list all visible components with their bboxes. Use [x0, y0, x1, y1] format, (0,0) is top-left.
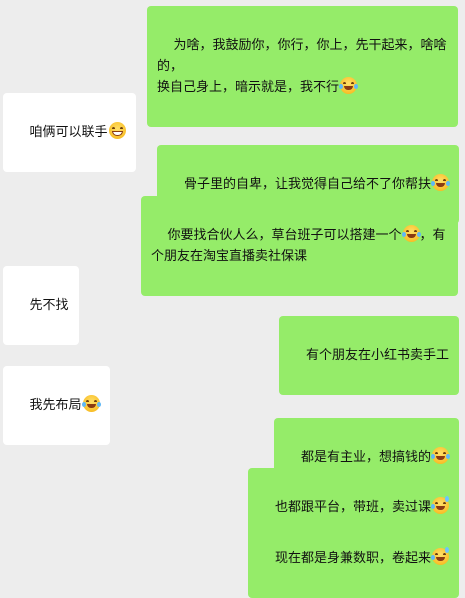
message-bubble-mine[interactable]: 你要找合伙人么，草台班子可以搭建一个 ，有 个朋友在淘宝直播卖社保课: [141, 196, 458, 296]
message-bubble-mine[interactable]: 为啥，我鼓励你，你行，你上，先干起来，啥啥的， 换自己身上，暗示就是，我不行: [147, 6, 458, 127]
tears-of-joy-emoji: [401, 225, 421, 242]
tears-of-joy-emoji: [431, 174, 450, 191]
message-bubble-mine[interactable]: 有个朋友在小红书卖手工: [279, 316, 459, 395]
tears-of-joy-emoji: [339, 77, 359, 94]
message-text: 你要找合伙人么，草台班子可以搭建一个: [167, 228, 402, 243]
message-text: 咱俩可以联手: [29, 125, 108, 140]
message-text: 为啥，我鼓励你，你行，你上，先干起来，啥啥的， 换自己身上，暗示就是，我不行: [157, 38, 447, 95]
message-text: 先不找: [29, 298, 69, 313]
rolling-laugh-emoji: [431, 547, 449, 565]
tears-of-joy-emoji: [81, 395, 101, 412]
message-text: 骨子里的自卑，让我觉得自己给不了你帮扶: [183, 177, 431, 192]
message-text: 也都跟平台，带班，卖过课: [274, 500, 431, 515]
message-text: 有个朋友在小红书卖手工: [305, 348, 449, 363]
message-bubble-theirs[interactable]: 我先布局: [3, 366, 110, 445]
message-bubble-theirs[interactable]: 咱俩可以联手: [3, 93, 136, 172]
message-text: 都是有主业，想搞钱的: [300, 450, 431, 465]
grin-emoji: [108, 122, 126, 139]
message-text: 我先布局: [29, 398, 82, 413]
rolling-laugh-emoji: [431, 496, 449, 514]
tears-of-joy-emoji: [431, 447, 450, 464]
message-bubble-theirs[interactable]: 先不找: [3, 266, 79, 345]
